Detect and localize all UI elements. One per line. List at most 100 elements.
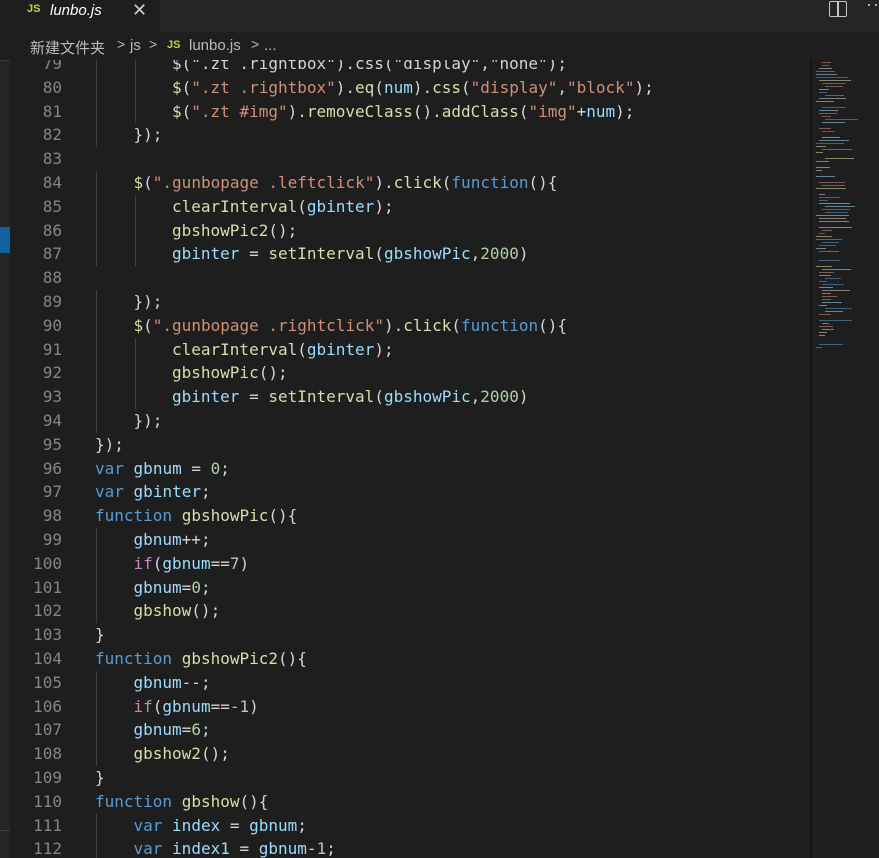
minimap-line [816, 248, 826, 249]
code-line[interactable]: 109} [0, 766, 879, 790]
line-number: 89 [42, 292, 62, 311]
close-icon[interactable]: ✕ [132, 0, 147, 21]
code-line[interactable]: 105 gbnum--; [0, 670, 879, 695]
code-line[interactable]: 112 var index1 = gbnum-1; [0, 837, 879, 858]
code-line[interactable]: 86 gbshowPic2(); [0, 218, 879, 243]
code-line[interactable]: 89}); [0, 290, 879, 314]
more-actions-icon[interactable]: ··· [866, 0, 879, 15]
code-line[interactable]: 80 $(".zt .rightbox").eq(num).css("displa… [0, 75, 879, 100]
code-line[interactable]: 88 [0, 266, 879, 290]
line-number: 99 [42, 530, 62, 549]
minimap-line [819, 344, 843, 345]
code-line[interactable]: 82}); [0, 123, 879, 148]
code-line[interactable]: 101 gbnum=0; [0, 575, 879, 600]
code-line[interactable]: 79 $(".zt .rightbox").css("display","none… [0, 60, 879, 76]
indent-guide [96, 337, 97, 362]
code-line[interactable]: 100 if(gbnum==7) [0, 551, 879, 576]
breadcrumb-js-folder[interactable]: js [130, 37, 141, 54]
code-line[interactable]: 83 [0, 147, 879, 171]
code-text: var index1 = gbnum-1; [133, 839, 336, 858]
minimap-line [819, 92, 827, 93]
code-line[interactable]: 84 $(".gunbopage .leftclick").click(funct… [0, 171, 879, 195]
minimap-line [816, 101, 834, 102]
code-line[interactable]: 110 function gbshow(){ [0, 790, 879, 814]
code-line[interactable]: 99 gbnum++; [0, 528, 879, 552]
line-number: 83 [42, 149, 62, 169]
code-text: function gbshowPic(){ [95, 506, 298, 526]
line-number: 106 [33, 696, 62, 716]
code-line[interactable]: 107 gbnum=6; [0, 718, 879, 743]
code-line[interactable]: 102 gbshow(); [0, 599, 879, 624]
split-editor-icon[interactable] [829, 1, 847, 17]
code-text: var gbnum = 0; [95, 458, 230, 478]
breadcrumb-folder[interactable]: 新建文件夹 [30, 37, 105, 58]
code-line[interactable]: 91 clearInterval(gbinter); [0, 337, 879, 362]
minimap-line [819, 140, 849, 141]
code-line[interactable]: 90 $(".gunbopage .rightclick").click(func… [0, 313, 879, 338]
code-text: gbnum=0; [133, 577, 211, 597]
code-line[interactable]: 106 if(gbnum==-1) [0, 694, 879, 719]
code-line[interactable]: 87 gbinter = setInterval(gbshowPic,2000) [0, 242, 879, 267]
line-number: 112 [33, 839, 62, 858]
line-number: 111 [33, 815, 62, 835]
minimap-line [822, 329, 834, 330]
line-number: 86 [42, 220, 62, 240]
code-line[interactable]: 98 function gbshowPic(){ [0, 504, 879, 528]
indent-guide [96, 718, 97, 743]
code-line[interactable]: 81 $(".zt #img").removeClass().addClass("… [0, 99, 879, 124]
code-text: gbinter = setInterval(gbshowPic,2000) [172, 244, 529, 264]
minimap-line [819, 197, 840, 198]
minimap-line [816, 77, 848, 78]
minimap-line [822, 83, 846, 84]
indent-guide [96, 242, 97, 267]
minimap-line [822, 116, 831, 117]
code-text: if(gbnum==-1) [133, 696, 259, 716]
minimap-line [822, 323, 829, 324]
code-line[interactable]: 104 function gbshowPic2(){ [0, 647, 879, 671]
line-number: 104 [33, 649, 62, 668]
code-editor[interactable]: 79 $(".zt .rightbox").css("display","none… [0, 60, 879, 858]
indent-guide [96, 694, 97, 719]
code-line[interactable]: 97 var gbinter; [0, 480, 879, 504]
breadcrumb: 新建文件夹 > js > JS lunbo.js > ... [0, 32, 879, 60]
minimap-line [819, 281, 827, 282]
minimap-line [819, 113, 837, 114]
code-line[interactable]: 85 clearInterval(gbinter); [0, 194, 879, 219]
code-line[interactable]: 108 gbshow2(); [0, 742, 879, 766]
indent-guide [96, 813, 97, 838]
minimap-line [816, 215, 849, 216]
breadcrumb-file[interactable]: lunbo.js [189, 37, 241, 54]
indent-guide [134, 337, 136, 362]
minimap-line [819, 332, 827, 333]
code-line[interactable]: 94}); [0, 409, 879, 433]
chevron-right-icon: > [149, 36, 158, 52]
code-line[interactable]: 95}); [0, 433, 879, 457]
line-number: 108 [33, 744, 62, 764]
minimap[interactable] [812, 60, 879, 360]
breadcrumb-symbol[interactable]: ... [264, 37, 277, 54]
indent-guide [96, 313, 97, 338]
minimap-line [819, 98, 846, 99]
code-text: function gbshowPic2(){ [95, 649, 307, 668]
code-line[interactable]: 103} [0, 623, 879, 647]
code-line[interactable]: 93 gbinter = setInterval(gbshowPic,2000) [0, 385, 879, 409]
minimap-line [822, 296, 837, 297]
tab-lunbo-js[interactable]: JS lunbo.js ✕ [0, 0, 160, 32]
minimap-line [816, 143, 844, 144]
code-line[interactable]: 96 var gbnum = 0; [0, 457, 879, 481]
code-line[interactable]: 111 var index = gbnum; [0, 813, 879, 838]
minimap-line [816, 74, 837, 75]
line-number: 85 [42, 196, 62, 216]
line-number: 110 [33, 791, 62, 811]
tab-title: lunbo.js [50, 2, 102, 19]
minimap-line [825, 95, 844, 96]
minimap-line [819, 110, 838, 111]
js-file-icon: JS [27, 3, 41, 15]
code-line[interactable]: 92 gbshowPic(); [0, 361, 879, 386]
minimap-line [822, 284, 844, 285]
line-number: 105 [33, 672, 62, 692]
code-text: } [95, 625, 105, 645]
minimap-line [822, 122, 845, 123]
minimap-line [819, 326, 833, 327]
indent-guide [134, 218, 136, 243]
